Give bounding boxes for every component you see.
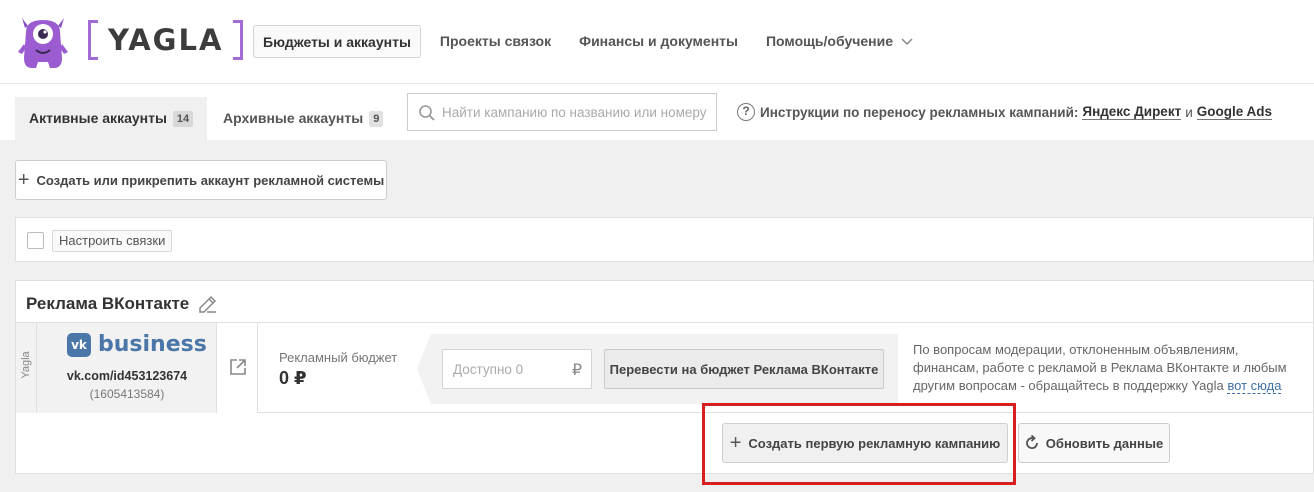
side-label: Yagla (20, 351, 32, 379)
select-all-checkbox[interactable] (27, 232, 44, 249)
vk-account-url: vk.com/id453123674 (66, 369, 188, 383)
main-nav: Бюджеты и аккаунты Проекты связок Финанс… (253, 25, 932, 58)
button-label: Создать или прикрепить аккаунт рекламной… (36, 172, 385, 188)
logo-bracket-left (88, 20, 98, 60)
help-text: Инструкции по переносу рекламных кампани… (760, 104, 1079, 120)
account-card-title: Реклама ВКонтакте (26, 293, 219, 315)
count-badge: 9 (369, 111, 384, 128)
vk-business-word: business (98, 332, 207, 357)
plus-icon: + (729, 432, 742, 454)
vk-icon: vk (67, 332, 91, 357)
button-label: Создать первую рекламную кампанию (748, 435, 1001, 451)
transfer-amount-field[interactable]: ₽ (442, 349, 592, 389)
logo-bracket-right (233, 20, 244, 60)
tab-active-accounts[interactable]: Активные аккаунты 14 (15, 97, 208, 140)
edit-icon[interactable] (197, 293, 219, 315)
setup-links-button[interactable]: Настроить связки (52, 230, 173, 252)
account-card: Реклама ВКонтакте Yagla vk business vk.c… (15, 280, 1314, 474)
tab-label: Архивные аккаунты (223, 110, 364, 126)
help-conjunction: и (1185, 104, 1193, 120)
support-link[interactable]: вот сюда (1227, 378, 1282, 394)
external-link-icon (230, 359, 246, 375)
ruble-sign: ₽ (571, 362, 582, 379)
open-external-button[interactable] (217, 323, 258, 413)
create-attach-account-button[interactable]: + Создать или прикрепить аккаунт рекламн… (15, 160, 387, 200)
nav-finance-documents[interactable]: Финансы и документы (570, 25, 747, 58)
search-icon (419, 105, 435, 121)
account-row: Yagla vk business vk.com/id453123674 (16… (16, 322, 1313, 413)
migration-help: ? Инструкции по переносу рекламных кампа… (737, 103, 1276, 121)
tabs-bar: Активные аккаунты 14 Архивные аккаунты 9 ?… (0, 84, 1314, 140)
chevron-down-icon (901, 38, 913, 46)
nav-budgets-accounts[interactable]: Бюджеты и аккаунты (253, 25, 421, 58)
count-badge: 14 (172, 111, 194, 128)
support-note: По вопросам модерации, отклоненным объяв… (913, 341, 1303, 395)
links-toolbar: Настроить связки (15, 217, 1314, 262)
button-label: Обновить данные (1045, 435, 1164, 451)
side-label-tab: Yagla (16, 323, 37, 413)
vk-account-box: vk business vk.com/id453123674 (16054135… (37, 323, 217, 413)
budget-transfer-panel: ₽ Перевести на бюджет Реклама ВКонтакте (417, 334, 898, 404)
nav-link-projects[interactable]: Проекты связок (431, 25, 560, 58)
tab-archived-accounts[interactable]: Архивные аккаунты 9 (209, 97, 397, 140)
nav-help-training[interactable]: Помощь/обучение (757, 25, 922, 58)
accounts-content: + Создать или прикрепить аккаунт рекламн… (0, 140, 1314, 492)
refresh-data-button[interactable]: Обновить данные (1018, 423, 1170, 463)
budget-value: 0 ₽ (279, 368, 307, 388)
logo-word: YAGLA (108, 23, 224, 57)
budget-label: Рекламный бюджет (279, 350, 398, 365)
create-first-campaign-button[interactable]: + Создать первую рекламную кампанию (722, 423, 1008, 463)
refresh-icon (1025, 435, 1038, 449)
yagla-monster-logo[interactable] (14, 12, 72, 70)
link-google-ads[interactable]: Google Ads (1196, 104, 1272, 120)
yagla-wordmark[interactable]: YAGLA (88, 20, 244, 60)
vk-business-logo: vk business (67, 332, 207, 357)
link-yandex-direct[interactable]: Яндекс Директ (1082, 104, 1182, 120)
question-icon: ? (737, 103, 755, 121)
campaign-search[interactable] (407, 93, 717, 131)
app-header: YAGLA Бюджеты и аккаунты Проекты связок … (0, 0, 1314, 84)
search-input[interactable] (442, 94, 712, 130)
plus-icon: + (17, 169, 30, 191)
tab-label: Активные аккаунты (29, 110, 167, 126)
transfer-to-vk-budget-button[interactable]: Перевести на бюджет Реклама ВКонтакте (604, 349, 884, 389)
account-title: Реклама ВКонтакте (26, 294, 190, 313)
vk-account-id: (1605413584) (89, 387, 165, 401)
nav-help-label: Помощь/обучение (765, 33, 893, 49)
available-amount-input[interactable] (453, 350, 563, 388)
